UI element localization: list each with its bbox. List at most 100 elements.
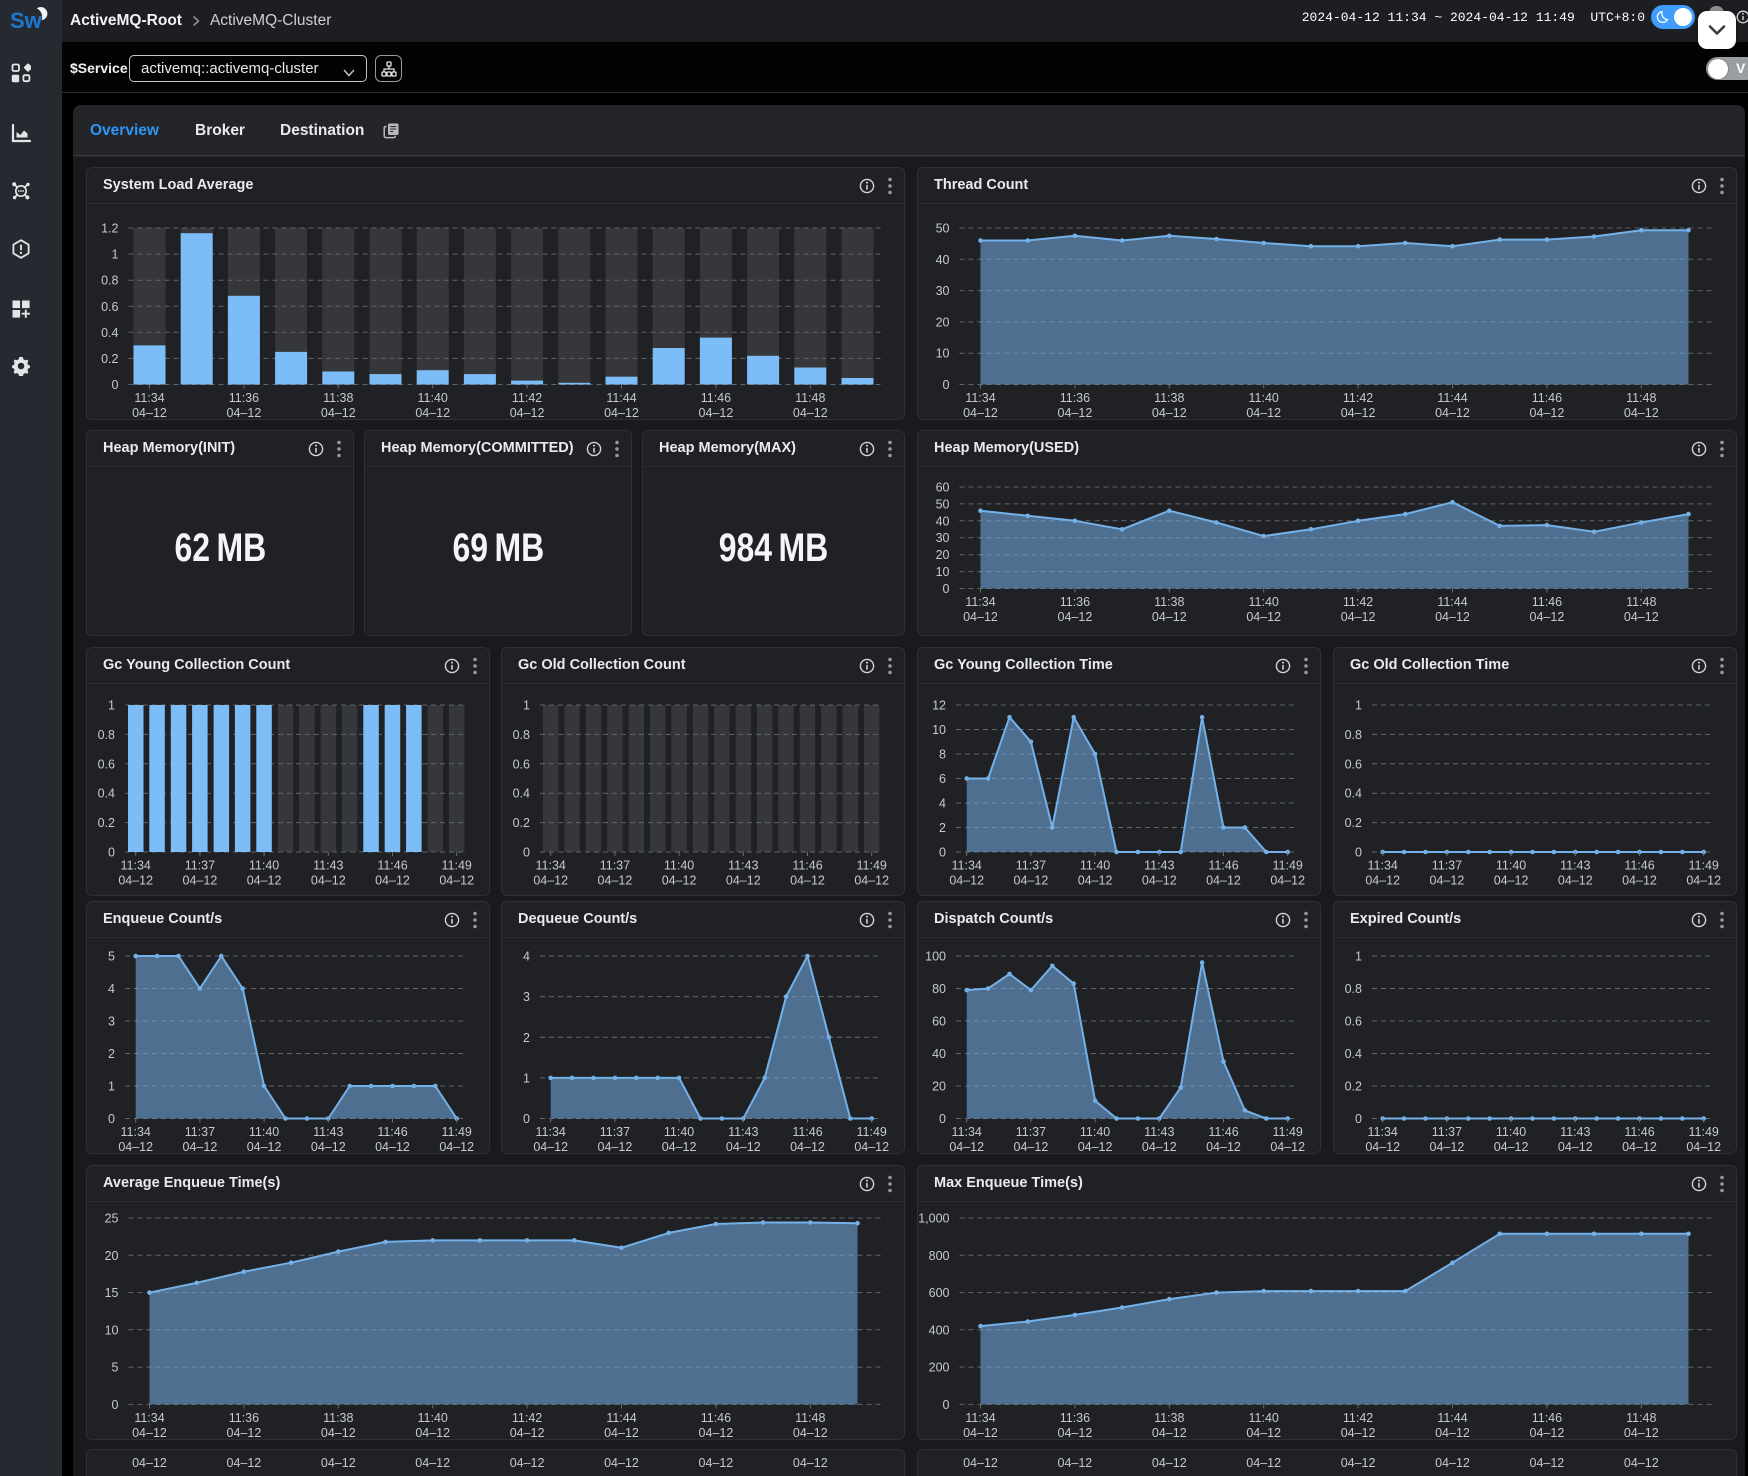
svg-text:11:42: 11:42 <box>512 1411 542 1425</box>
svg-text:11:46: 11:46 <box>1532 1411 1562 1425</box>
svg-text:11:38: 11:38 <box>1154 1411 1184 1425</box>
svg-text:04–12: 04–12 <box>1058 406 1093 419</box>
svg-text:11:34: 11:34 <box>121 859 151 873</box>
svg-text:11:40: 11:40 <box>664 1125 694 1139</box>
svg-text:04–12: 04–12 <box>1686 874 1721 888</box>
svg-text:11:40: 11:40 <box>249 859 279 873</box>
svg-text:11:34: 11:34 <box>952 1125 982 1139</box>
svg-text:0.8: 0.8 <box>513 728 530 742</box>
svg-text:0: 0 <box>112 1398 119 1412</box>
svg-text:04–12: 04–12 <box>1152 406 1187 419</box>
svg-text:11:34: 11:34 <box>134 391 164 405</box>
svg-text:11:44: 11:44 <box>606 391 636 405</box>
svg-text:11:40: 11:40 <box>1496 859 1526 873</box>
svg-text:11:37: 11:37 <box>600 1125 630 1139</box>
svg-text:04–12: 04–12 <box>118 1140 153 1153</box>
svg-text:11:49: 11:49 <box>857 1125 887 1139</box>
svg-text:11:38: 11:38 <box>1154 391 1184 405</box>
svg-text:04–12: 04–12 <box>1624 610 1659 624</box>
svg-text:04–12: 04–12 <box>1078 1140 1113 1153</box>
svg-text:0.2: 0.2 <box>101 352 118 366</box>
svg-text:04–12: 04–12 <box>533 874 568 888</box>
svg-text:11:40: 11:40 <box>664 859 694 873</box>
svg-text:0: 0 <box>939 1112 946 1126</box>
svg-text:04–12: 04–12 <box>854 1140 889 1153</box>
svg-text:0: 0 <box>112 378 119 392</box>
svg-text:0.4: 0.4 <box>513 787 530 801</box>
svg-text:11:34: 11:34 <box>536 859 566 873</box>
svg-text:11:40: 11:40 <box>1249 1411 1279 1425</box>
svg-text:04–12: 04–12 <box>321 1426 356 1439</box>
svg-text:0.6: 0.6 <box>1345 757 1362 771</box>
svg-text:1: 1 <box>523 1071 530 1085</box>
svg-text:11:48: 11:48 <box>1626 595 1656 609</box>
svg-text:50: 50 <box>936 497 950 511</box>
svg-text:0: 0 <box>108 846 115 860</box>
svg-text:11:46: 11:46 <box>1208 859 1238 873</box>
svg-text:11:46: 11:46 <box>1532 391 1562 405</box>
svg-text:10: 10 <box>105 1323 119 1337</box>
svg-text:40: 40 <box>936 253 950 267</box>
svg-text:20: 20 <box>936 548 950 562</box>
svg-text:04–12: 04–12 <box>227 406 262 419</box>
svg-text:04–12: 04–12 <box>533 1140 568 1153</box>
svg-text:04–12: 04–12 <box>247 1140 282 1153</box>
svg-text:5: 5 <box>112 1361 119 1375</box>
svg-text:11:49: 11:49 <box>1273 1125 1303 1139</box>
svg-text:0.6: 0.6 <box>98 757 115 771</box>
svg-text:0: 0 <box>943 582 950 596</box>
svg-text:04–12: 04–12 <box>183 874 218 888</box>
svg-text:8: 8 <box>939 748 946 762</box>
svg-text:15: 15 <box>105 1286 119 1300</box>
svg-text:0.8: 0.8 <box>1345 728 1362 742</box>
svg-text:11:40: 11:40 <box>1249 595 1279 609</box>
svg-text:04–12: 04–12 <box>1058 610 1093 624</box>
svg-text:1: 1 <box>1355 950 1362 964</box>
svg-text:20: 20 <box>932 1080 946 1094</box>
svg-text:04–12: 04–12 <box>1435 406 1470 419</box>
svg-text:04–12: 04–12 <box>1365 874 1400 888</box>
svg-text:40: 40 <box>932 1047 946 1061</box>
svg-text:0: 0 <box>943 378 950 392</box>
svg-text:11:34: 11:34 <box>134 1411 164 1425</box>
svg-text:11:48: 11:48 <box>1626 1411 1656 1425</box>
svg-text:11:40: 11:40 <box>1080 1125 1110 1139</box>
svg-text:04–12: 04–12 <box>1246 406 1281 419</box>
svg-text:04–12: 04–12 <box>1686 1140 1721 1153</box>
svg-text:11:34: 11:34 <box>536 1125 566 1139</box>
svg-text:04–12: 04–12 <box>699 406 734 419</box>
svg-text:0.8: 0.8 <box>101 274 118 288</box>
svg-text:04–12: 04–12 <box>790 874 825 888</box>
svg-text:0.4: 0.4 <box>1345 1047 1362 1061</box>
svg-text:11:34: 11:34 <box>965 391 995 405</box>
svg-text:04–12: 04–12 <box>1558 874 1593 888</box>
svg-text:04–12: 04–12 <box>1270 874 1305 888</box>
svg-text:0: 0 <box>523 846 530 860</box>
svg-text:04–12: 04–12 <box>604 1426 639 1439</box>
svg-text:04–12: 04–12 <box>949 1140 984 1153</box>
svg-text:11:43: 11:43 <box>1144 1125 1174 1139</box>
svg-text:04–12: 04–12 <box>662 874 697 888</box>
svg-text:11:36: 11:36 <box>1060 1411 1090 1425</box>
svg-text:11:46: 11:46 <box>701 391 731 405</box>
svg-text:12: 12 <box>932 699 946 713</box>
svg-text:11:46: 11:46 <box>1208 1125 1238 1139</box>
svg-text:04–12: 04–12 <box>1341 406 1376 419</box>
svg-text:6: 6 <box>939 772 946 786</box>
svg-text:11:37: 11:37 <box>600 859 630 873</box>
svg-text:04–12: 04–12 <box>699 1426 734 1439</box>
svg-text:20: 20 <box>105 1249 119 1263</box>
svg-text:0.2: 0.2 <box>1345 1080 1362 1094</box>
svg-text:40: 40 <box>936 514 950 528</box>
svg-text:04–12: 04–12 <box>1622 1140 1657 1153</box>
svg-text:11:49: 11:49 <box>1689 859 1719 873</box>
svg-text:11:46: 11:46 <box>1624 1125 1654 1139</box>
svg-text:04–12: 04–12 <box>1206 874 1241 888</box>
svg-text:11:49: 11:49 <box>442 1125 472 1139</box>
svg-text:10: 10 <box>932 723 946 737</box>
svg-text:0.2: 0.2 <box>513 816 530 830</box>
svg-text:04–12: 04–12 <box>1270 1140 1305 1153</box>
svg-text:04–12: 04–12 <box>726 874 761 888</box>
svg-text:04–12: 04–12 <box>1365 1140 1400 1153</box>
svg-text:11:44: 11:44 <box>1437 595 1467 609</box>
